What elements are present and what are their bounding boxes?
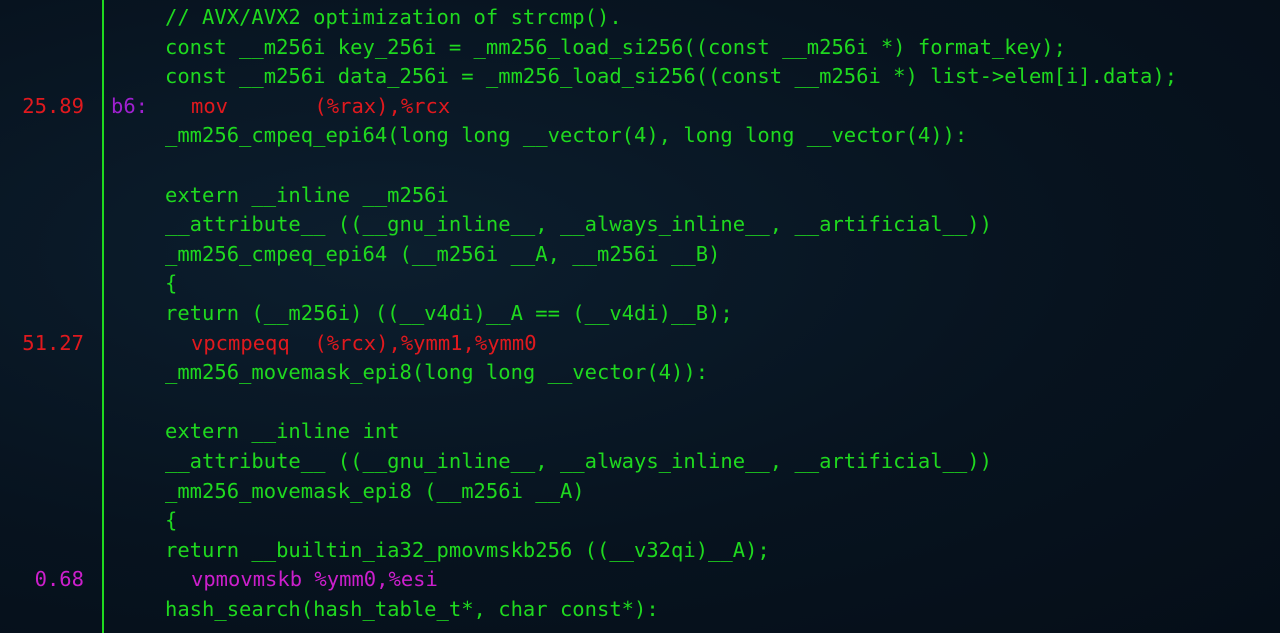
source-text: _mm256_cmpeq_epi64(long long __vector(4)… — [165, 123, 968, 148]
source-line[interactable]: const __m256i data_256i = _mm256_load_si… — [0, 62, 1280, 92]
source-line[interactable]: __attribute__ ((__gnu_inline__, __always… — [0, 447, 1280, 477]
source-line[interactable]: hash_search(hash_table_t*, char const*): — [0, 595, 1280, 625]
sample-percent: 0.68 — [34, 567, 84, 592]
source-line[interactable]: _mm256_movemask_epi8 (__m256i __A) — [0, 477, 1280, 507]
sample-percent: 25.89 — [22, 93, 84, 118]
instruction-text: vpcmpeqq (%rcx),%ymm1,%ymm0 — [191, 330, 537, 355]
source-text: extern __inline __m256i — [165, 182, 449, 207]
instruction-text: mov (%rax),%rcx — [191, 93, 451, 118]
source-line[interactable] — [0, 151, 1280, 181]
source-text: { — [165, 271, 178, 296]
source-text: return __builtin_ia32_pmovmskb256 ((__v3… — [165, 537, 770, 562]
source-text: __attribute__ ((__gnu_inline__, __always… — [165, 449, 992, 473]
source-line[interactable]: _mm256_cmpeq_epi64 (__m256i __A, __m256i… — [0, 240, 1280, 270]
source-line[interactable]: extern __inline int — [0, 417, 1280, 447]
asm-line[interactable]: 0.68 vpmovmskb %ymm0,%esi — [0, 565, 1280, 595]
source-line[interactable]: extern __inline __m256i — [0, 181, 1280, 211]
source-text: _mm256_cmpeq_epi64 (__m256i __A, __m256i… — [165, 241, 721, 266]
source-line[interactable]: __attribute__ ((__gnu_inline__, __always… — [0, 210, 1280, 240]
asm-line[interactable]: 25.89 b6: mov (%rax),%rcx — [0, 92, 1280, 122]
source-text: __attribute__ ((__gnu_inline__, __always… — [165, 212, 992, 237]
source-line[interactable]: _mm256_cmpeq_epi64(long long __vector(4)… — [0, 121, 1280, 151]
source-text: _mm256_movemask_epi8 (__m256i __A) — [165, 478, 585, 503]
source-text: const __m256i data_256i = _mm256_load_si… — [165, 64, 1178, 89]
sample-percent: 51.27 — [22, 330, 84, 355]
source-line[interactable]: _mm256_movemask_epi8(long long __vector(… — [0, 358, 1280, 388]
source-text: return (__m256i) ((__v4di)__A == (__v4di… — [165, 301, 733, 325]
source-line[interactable]: const __m256i key_256i = _mm256_load_si2… — [0, 33, 1280, 63]
source-text: { — [165, 508, 178, 533]
source-text: // AVX/AVX2 optimization of strcmp(). — [165, 5, 622, 29]
source-line[interactable]: { — [0, 506, 1280, 536]
source-line[interactable]: return (__m256i) ((__v4di)__A == (__v4di… — [0, 299, 1280, 329]
source-line[interactable]: return __builtin_ia32_pmovmskb256 ((__v3… — [0, 536, 1280, 566]
jump-label: b6: — [111, 93, 149, 118]
asm-line[interactable]: 51.27 vpcmpeqq (%rcx),%ymm1,%ymm0 — [0, 329, 1280, 359]
source-text: extern __inline int — [165, 419, 400, 444]
instruction-text: vpmovmskb %ymm0,%esi — [191, 567, 438, 592]
source-line[interactable]: // AVX/AVX2 optimization of strcmp(). — [0, 3, 1280, 33]
source-text: _mm256_movemask_epi8(long long __vector(… — [165, 360, 709, 385]
annotate-view: // AVX/AVX2 optimization of strcmp(). con… — [0, 0, 1280, 633]
source-line[interactable]: { — [0, 269, 1280, 299]
source-line[interactable] — [0, 388, 1280, 418]
source-text: const __m256i key_256i = _mm256_load_si2… — [165, 34, 1066, 59]
source-text: hash_search(hash_table_t*, char const*): — [165, 597, 659, 621]
